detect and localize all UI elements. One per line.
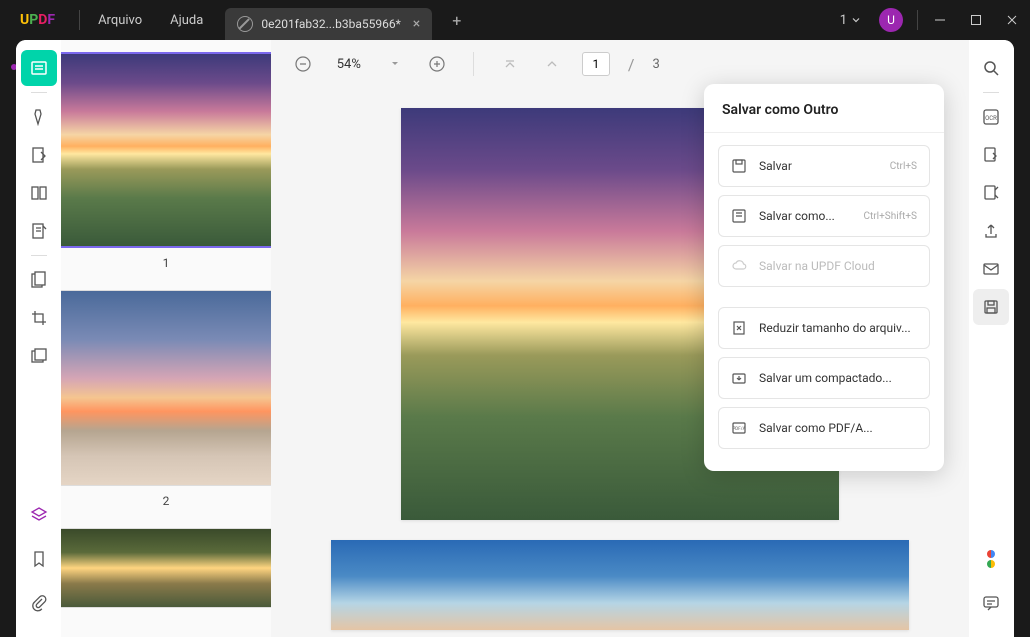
chat-button[interactable] — [973, 585, 1009, 621]
app-logo: UPDF — [20, 12, 55, 28]
separator — [79, 10, 80, 30]
right-toolbar: OCR — [969, 40, 1014, 637]
compress-button[interactable] — [973, 175, 1009, 211]
separator — [31, 255, 47, 256]
reduce-size-button[interactable]: Reduzir tamanho do arquiv... — [718, 307, 930, 349]
thumbnail[interactable]: 2 — [61, 290, 271, 508]
close-icon[interactable]: × — [409, 16, 424, 32]
redact-tool[interactable] — [21, 338, 57, 374]
zoom-in-button[interactable] — [425, 52, 449, 76]
pdfa-icon: PDF/A — [731, 420, 749, 436]
share-button[interactable] — [973, 213, 1009, 249]
avatar[interactable]: U — [879, 8, 903, 32]
comment-tool[interactable] — [21, 99, 57, 135]
minimize-button[interactable] — [922, 0, 958, 40]
thumbnail-image — [61, 290, 271, 486]
ai-button[interactable] — [973, 541, 1009, 577]
save-dropdown: Salvar como Outro Salvar Ctrl+S Salvar c… — [704, 84, 944, 471]
cloud-icon — [731, 258, 749, 274]
save-icon — [731, 158, 749, 174]
zoom-dropdown[interactable] — [383, 52, 407, 76]
flatten-button[interactable]: Salvar um compactado... — [718, 357, 930, 399]
page-number: 1 — [163, 256, 170, 270]
chevron-down-icon — [851, 15, 861, 25]
convert-button[interactable] — [973, 137, 1009, 173]
save-menu-button[interactable] — [973, 289, 1009, 325]
thumbnail-panel: 1 2 — [61, 40, 271, 637]
dropdown-title: Salvar como Outro — [718, 102, 930, 118]
save-as-icon — [731, 208, 749, 224]
svg-text:PDF/A: PDF/A — [732, 426, 745, 432]
email-button[interactable] — [973, 251, 1009, 287]
layers-icon[interactable] — [21, 497, 57, 533]
shortcut: Ctrl+Shift+S — [863, 211, 917, 222]
close-button[interactable] — [994, 0, 1030, 40]
separator — [917, 10, 918, 30]
page-canvas — [331, 540, 909, 630]
first-page-button[interactable] — [498, 52, 522, 76]
compress-icon — [731, 320, 749, 336]
zoom-out-button[interactable] — [291, 52, 315, 76]
reader-tool[interactable] — [21, 50, 57, 86]
page-total: 3 — [652, 57, 659, 72]
document-tab[interactable]: 0e201fab32...b3ba55966* × — [225, 8, 432, 40]
thumbnail[interactable]: 1 — [61, 52, 271, 270]
page-input[interactable] — [582, 52, 610, 76]
separator — [473, 52, 474, 76]
thumbnail-image — [61, 52, 271, 248]
prev-page-button[interactable] — [540, 52, 564, 76]
bookmark-icon[interactable] — [21, 541, 57, 577]
thumbnail-image — [61, 528, 271, 608]
crop-tool[interactable] — [21, 300, 57, 336]
left-toolbar — [16, 40, 61, 637]
ocr-button[interactable]: OCR — [973, 99, 1009, 135]
separator — [31, 92, 47, 93]
form-tool[interactable] — [21, 213, 57, 249]
protect-tool[interactable] — [21, 262, 57, 298]
shortcut: Ctrl+S — [890, 161, 917, 172]
separator — [983, 92, 999, 93]
save-pdfa-button[interactable]: PDF/A Salvar como PDF/A... — [718, 407, 930, 449]
thumbnail[interactable] — [61, 528, 271, 608]
edit-tool[interactable] — [21, 137, 57, 173]
workspace: 1 2 54% / 3 — [16, 40, 1014, 637]
svg-text:OCR: OCR — [986, 115, 998, 122]
menu-help[interactable]: Ajuda — [156, 0, 217, 40]
save-as-button[interactable]: Salvar como... Ctrl+Shift+S — [718, 195, 930, 237]
document-toolbar: 54% / 3 — [271, 40, 969, 88]
maximize-button[interactable] — [958, 0, 994, 40]
menu-file[interactable]: Arquivo — [84, 0, 156, 40]
tab-label: 0e201fab32...b3ba55966* — [261, 17, 400, 31]
attachment-icon[interactable] — [21, 585, 57, 621]
new-tab-button[interactable]: + — [444, 11, 469, 30]
separator — [704, 132, 944, 133]
organize-tool[interactable] — [21, 175, 57, 211]
save-cloud-button: Salvar na UPDF Cloud — [718, 245, 930, 287]
document-icon — [237, 16, 253, 32]
titlebar: UPDF Arquivo Ajuda 0e201fab32...b3ba5596… — [0, 0, 1030, 40]
save-button[interactable]: Salvar Ctrl+S — [718, 145, 930, 187]
page-number: 2 — [163, 494, 170, 508]
tab-count[interactable]: 1 — [840, 13, 861, 28]
flatten-icon — [731, 370, 749, 386]
page-separator: / — [628, 55, 635, 74]
zoom-value: 54% — [333, 57, 365, 72]
search-button[interactable] — [973, 50, 1009, 86]
